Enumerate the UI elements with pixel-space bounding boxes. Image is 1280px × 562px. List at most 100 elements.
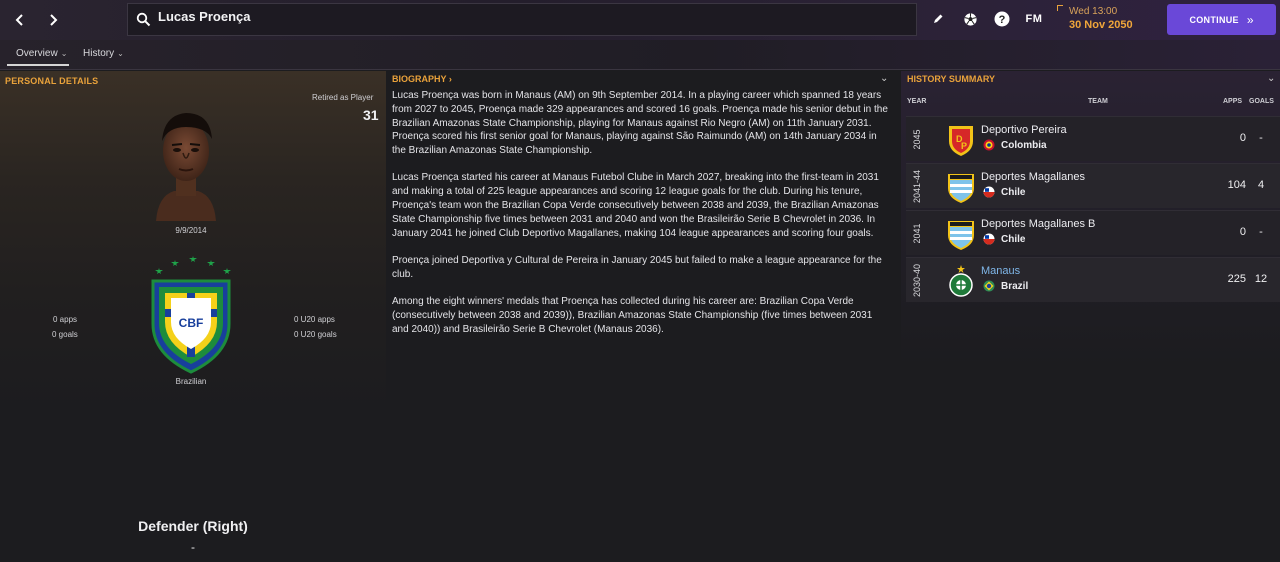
nation-label: Chile <box>1001 186 1026 198</box>
row-apps: 104 <box>1227 179 1246 191</box>
search-value: Lucas Proença <box>158 9 251 24</box>
national-team-badge: CBF <box>145 254 237 379</box>
player-face-icon <box>156 113 216 221</box>
row-goals: - <box>1259 226 1263 238</box>
ball-menu-button[interactable] <box>961 10 979 28</box>
retired-label: Retired as Player <box>312 93 374 102</box>
badge-text: CBF <box>179 316 204 330</box>
tab-bar: Overview ⌄ History ⌄ <box>0 40 1280 70</box>
team-nation[interactable]: Brazil <box>983 280 1028 292</box>
apps-count: 0 apps <box>53 315 78 324</box>
team-link[interactable]: Deportivo Pereira <box>981 124 1067 136</box>
team-link[interactable]: Deportes Magallanes B <box>981 218 1095 230</box>
magallanes-logo-icon <box>948 221 974 250</box>
row-goals: - <box>1259 132 1263 144</box>
nation-label: Chile <box>1001 233 1026 245</box>
pencil-icon <box>934 14 943 23</box>
chevron-right-icon: › <box>448 74 452 84</box>
date-corner-icon <box>1057 5 1063 11</box>
team-link[interactable]: Deportes Magallanes <box>981 171 1085 183</box>
biography-title-text: BIOGRAPHY <box>392 74 447 84</box>
goals-count: 0 goals <box>52 330 78 339</box>
colombia-flag-icon <box>983 139 995 151</box>
fm-menu-button[interactable]: FM <box>1025 10 1043 28</box>
biography-title[interactable]: BIOGRAPHY › <box>392 74 452 84</box>
history-row[interactable]: 2041 Deportes Magallanes B Chile 0 - <box>906 210 1280 255</box>
tab-overview[interactable]: Overview ⌄ <box>16 48 67 59</box>
u20-apps-count: 0 U20 apps <box>294 315 335 324</box>
row-year: 2041-44 <box>911 169 922 204</box>
history-summary-title: HISTORY SUMMARY <box>907 74 996 84</box>
position-secondary: - <box>191 540 195 554</box>
cbf-badge-icon: CBF <box>151 256 231 374</box>
chevron-down-icon: ⌄ <box>117 49 124 58</box>
search-input[interactable]: Lucas Proença <box>127 3 917 36</box>
brazil-flag-icon <box>983 280 995 292</box>
chevron-right-icon <box>50 14 58 26</box>
game-date[interactable]: Wed 13:00 30 Nov 2050 <box>1057 5 1133 31</box>
history-row[interactable]: 2045 D P Deportivo Pereira Colombia 0 - <box>906 116 1280 161</box>
biography-panel: BIOGRAPHY › ⌄ Lucas Proença was born in … <box>387 71 895 562</box>
team-link[interactable]: Manaus <box>981 265 1020 277</box>
biography-paragraph: Proença joined Deportiva y Cultural de P… <box>392 254 882 280</box>
nationality-label: Brazilian <box>175 377 207 386</box>
column-header-apps[interactable]: APPS <box>1223 98 1242 105</box>
collapse-history-button[interactable]: ⌄ <box>1267 73 1275 84</box>
row-apps: 0 <box>1239 226 1246 238</box>
fm-logo-icon: FM <box>1025 13 1043 25</box>
history-row[interactable]: 2041-44 Deportes Magallanes Chile 104 4 <box>906 163 1280 208</box>
row-year: 2030-40 <box>911 263 922 298</box>
column-header-year[interactable]: YEAR <box>907 98 926 105</box>
retired-age: 31 <box>363 107 379 123</box>
row-apps: 225 <box>1227 273 1246 285</box>
back-button[interactable] <box>4 4 36 36</box>
nation-label: Colombia <box>1001 139 1047 151</box>
team-nation[interactable]: Chile <box>983 186 1025 198</box>
row-apps: 0 <box>1239 132 1246 144</box>
player-position: Defender (Right) <box>138 518 248 534</box>
search-icon <box>136 12 151 27</box>
svg-text:P: P <box>961 141 967 151</box>
date-day-time: Wed 13:00 <box>1069 6 1118 17</box>
biography-text: Lucas Proença was born in Manaus (AM) on… <box>392 89 888 350</box>
chevron-down-icon: ⌄ <box>1267 73 1276 84</box>
history-row[interactable]: 2030-40 Manaus Brazil 225 12 <box>906 257 1280 302</box>
date-of-birth: 9/9/2014 <box>175 226 207 235</box>
tab-history-label: History <box>83 48 115 59</box>
edit-button[interactable] <box>929 10 947 28</box>
biography-paragraph: Among the eight winners' medals that Pro… <box>392 296 873 335</box>
history-summary-panel: HISTORY SUMMARY ⌄ YEAR TEAM APPS GOALS 2… <box>901 71 1280 562</box>
personal-details-panel: PERSONAL DETAILS Retired as Player 31 9/… <box>0 71 386 562</box>
continue-label: CONTINUE <box>1189 14 1239 25</box>
tab-history[interactable]: History ⌄ <box>83 48 124 59</box>
double-chevron-right-icon: » <box>1246 12 1254 27</box>
tab-overview-label: Overview <box>16 48 58 59</box>
row-goals: 12 <box>1254 273 1268 285</box>
magallanes-logo-icon <box>948 174 974 203</box>
chevron-down-icon: ⌄ <box>60 49 68 58</box>
personal-details-title: PERSONAL DETAILS <box>5 76 99 86</box>
active-tab-indicator <box>7 64 69 66</box>
help-icon: ? <box>994 11 1010 27</box>
column-header-team[interactable]: TEAM <box>1088 98 1108 105</box>
row-year: 2045 <box>911 129 922 150</box>
nation-label: Brazil <box>1001 280 1029 292</box>
chile-flag-icon <box>983 233 995 245</box>
team-nation[interactable]: Chile <box>983 233 1025 245</box>
player-face <box>146 101 226 221</box>
svg-text:?: ? <box>999 14 1006 26</box>
help-button[interactable]: ? <box>993 10 1011 28</box>
forward-button[interactable] <box>37 4 69 36</box>
collapse-biography-button[interactable]: ⌄ <box>880 73 888 84</box>
team-nation[interactable]: Colombia <box>983 139 1047 151</box>
chevron-left-icon <box>15 14 23 26</box>
continue-button[interactable]: CONTINUE » <box>1167 4 1276 35</box>
top-bar: Lucas Proença ? FM Wed 13:00 30 Nov 2050… <box>0 0 1280 40</box>
pereira-logo-icon: D P <box>949 126 973 156</box>
column-header-goals[interactable]: GOALS <box>1249 98 1274 105</box>
manaus-logo-icon <box>949 265 973 297</box>
row-year: 2041 <box>911 223 922 244</box>
u20-goals-count: 0 U20 goals <box>294 330 337 339</box>
biography-paragraph: Lucas Proença was born in Manaus (AM) on… <box>392 90 888 157</box>
biography-paragraph: Lucas Proença started his career at Mana… <box>392 172 879 239</box>
